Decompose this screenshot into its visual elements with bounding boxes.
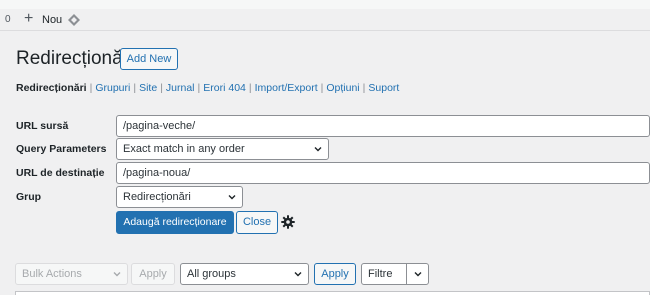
subnav-404-errors[interactable]: Erori 404 bbox=[203, 82, 246, 94]
subnav-site[interactable]: Site bbox=[139, 82, 157, 94]
subnav-log[interactable]: Jurnal bbox=[166, 82, 195, 94]
subnav-support[interactable]: Suport bbox=[368, 82, 399, 94]
groups-filter-select[interactable]: All groups bbox=[180, 263, 309, 285]
gear-icon[interactable] bbox=[281, 215, 295, 229]
add-redirect-button[interactable]: Adaugă redirecționare bbox=[116, 211, 234, 234]
separator: | bbox=[89, 82, 93, 94]
chevron-down-icon bbox=[294, 272, 302, 277]
comments-count[interactable]: 0 bbox=[5, 14, 11, 25]
chevron-down-icon bbox=[314, 147, 322, 152]
chevron-down-icon bbox=[228, 195, 236, 200]
add-new-button[interactable]: Add New bbox=[120, 48, 178, 70]
chevron-down-icon bbox=[113, 272, 121, 277]
separator: | bbox=[197, 82, 201, 94]
subnav-redirects[interactable]: Redirecționări bbox=[16, 82, 87, 94]
target-url-label: URL de destinație bbox=[16, 167, 105, 179]
new-content-link[interactable]: Nou bbox=[42, 14, 62, 26]
group-value: Redirecționări bbox=[123, 191, 191, 203]
separator: | bbox=[248, 82, 252, 94]
filter-label: Filtre bbox=[368, 268, 393, 280]
chevron-down-icon bbox=[414, 272, 422, 277]
subnav-options[interactable]: Opțiuni bbox=[326, 82, 359, 94]
page-title: Redirecționări bbox=[16, 48, 134, 69]
groups-apply-button[interactable]: Apply bbox=[314, 263, 356, 285]
admin-bar: 0 + Nou bbox=[0, 9, 650, 31]
table-top-edge bbox=[15, 291, 650, 295]
source-url-input[interactable]: /pagina-veche/ bbox=[116, 115, 650, 137]
query-parameters-label: Query Parameters bbox=[16, 143, 107, 155]
group-select[interactable]: Redirecționări bbox=[116, 186, 243, 208]
top-strip bbox=[0, 0, 650, 9]
query-parameters-value: Exact match in any order bbox=[123, 143, 245, 155]
bulk-actions-value: Bulk Actions bbox=[22, 268, 82, 280]
source-url-label: URL sursă bbox=[16, 120, 69, 132]
separator: | bbox=[160, 82, 163, 94]
target-url-input[interactable]: /pagina-noua/ bbox=[116, 162, 650, 184]
sub-navigation: Redirecționări | Grupuri | Site | Jurnal | Erori… bbox=[16, 82, 399, 94]
close-button[interactable]: Close bbox=[236, 211, 278, 234]
query-parameters-select[interactable]: Exact match in any order bbox=[116, 138, 329, 160]
divider bbox=[406, 264, 407, 284]
group-label: Grup bbox=[16, 191, 42, 203]
separator: | bbox=[320, 82, 324, 94]
bulk-apply-button[interactable]: Apply bbox=[131, 263, 175, 285]
subnav-import-export[interactable]: Import/Export bbox=[255, 82, 318, 94]
subnav-groups[interactable]: Grupuri bbox=[95, 82, 130, 94]
filter-dropdown-button[interactable]: Filtre bbox=[361, 263, 429, 285]
separator: | bbox=[362, 82, 366, 94]
groups-filter-value: All groups bbox=[187, 268, 236, 280]
diamond-icon[interactable] bbox=[68, 14, 80, 26]
plus-icon[interactable]: + bbox=[24, 11, 33, 27]
bulk-actions-select[interactable]: Bulk Actions bbox=[15, 263, 128, 285]
separator: | bbox=[133, 82, 137, 94]
